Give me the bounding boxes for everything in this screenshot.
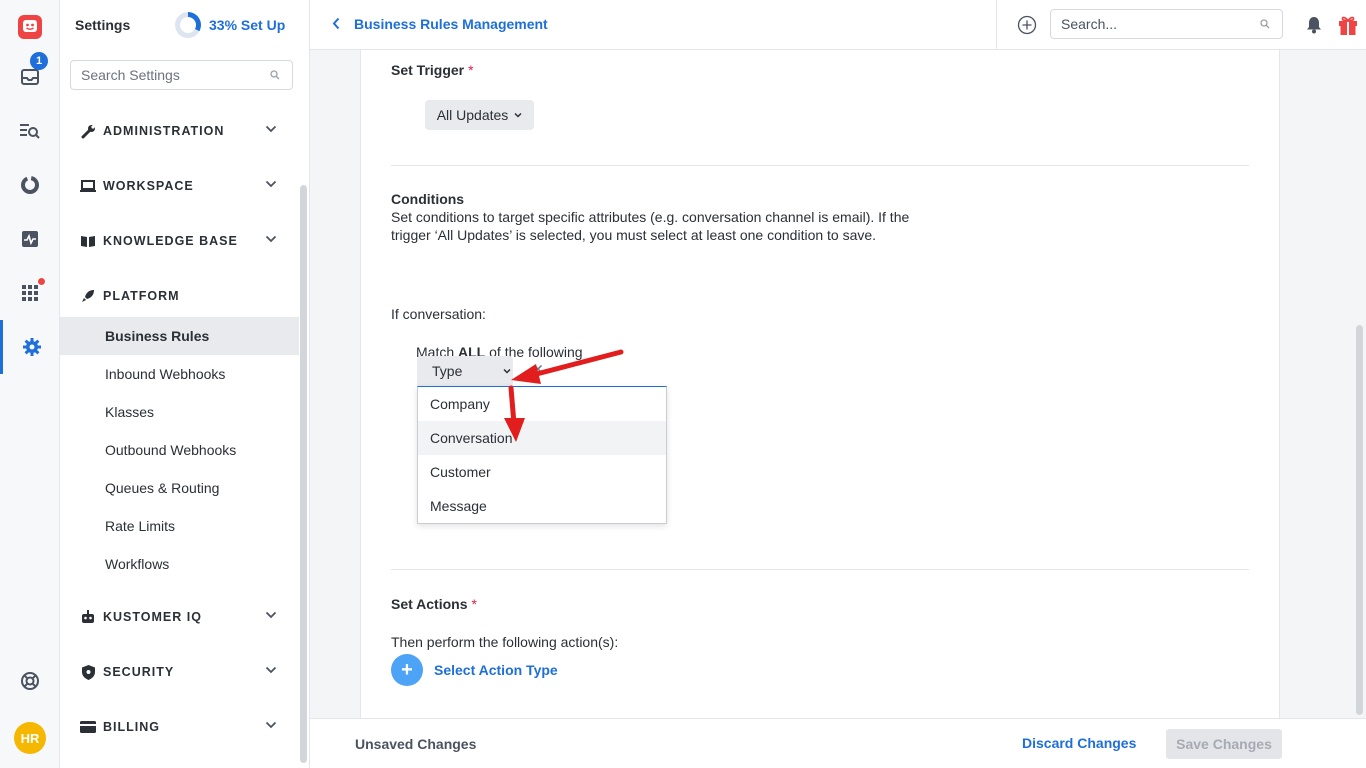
page-title: Business Rules Management xyxy=(354,16,548,32)
chevron-down-icon xyxy=(265,666,277,674)
book-icon xyxy=(80,233,96,249)
global-search xyxy=(1050,9,1283,39)
section-security[interactable]: SECURITY xyxy=(60,657,300,687)
user-avatar[interactable]: HR xyxy=(14,722,46,754)
back-chevron-icon[interactable] xyxy=(332,17,340,30)
dropdown-option-conversation[interactable]: Conversation xyxy=(418,421,666,455)
reports-donut-icon[interactable] xyxy=(0,158,60,212)
section-kustomer-iq[interactable]: KUSTOMER IQ xyxy=(60,602,300,632)
chevron-down-icon xyxy=(265,611,277,619)
close-icon[interactable] xyxy=(533,364,543,374)
save-changes-button[interactable]: Save Changes xyxy=(1166,729,1282,759)
search-icon xyxy=(270,70,280,80)
search-list-icon[interactable] xyxy=(0,104,60,158)
discard-changes-button[interactable]: Discard Changes xyxy=(1022,735,1136,751)
rocket-icon xyxy=(80,288,96,304)
chevron-down-icon xyxy=(503,368,511,374)
global-search-input[interactable] xyxy=(1061,16,1241,32)
set-trigger-heading: Set Trigger * xyxy=(391,62,474,78)
main-content: Set Trigger * All Updates Conditions Set … xyxy=(310,50,1366,718)
section-workspace[interactable]: WORKSPACE xyxy=(60,171,300,201)
setup-progress-label: 33% Set Up xyxy=(209,17,286,33)
divider xyxy=(391,569,1249,570)
chevron-down-icon xyxy=(265,180,277,188)
unsaved-changes-label: Unsaved Changes xyxy=(355,736,477,752)
dropdown-option-company[interactable]: Company xyxy=(418,387,666,421)
setup-progress-ring xyxy=(175,12,201,38)
laptop-icon xyxy=(80,178,96,194)
topbar-divider xyxy=(996,0,997,50)
set-actions-heading: Set Actions * xyxy=(391,596,477,612)
card-icon xyxy=(80,719,96,735)
section-administration[interactable]: ADMINISTRATION xyxy=(60,116,300,146)
sidebar-item-klasses[interactable]: Klasses xyxy=(60,393,299,431)
sidebar-item-queues-routing[interactable]: Queues & Routing xyxy=(60,469,299,507)
condition-type-select[interactable]: Type xyxy=(417,356,513,386)
trigger-value: All Updates xyxy=(436,107,509,123)
rule-editor-card: Set Trigger * All Updates Conditions Set … xyxy=(360,50,1280,718)
apps-grid-icon[interactable] xyxy=(0,266,60,320)
help-lifebuoy-icon[interactable] xyxy=(0,654,60,708)
search-icon xyxy=(1260,19,1270,29)
section-knowledge-base[interactable]: KNOWLEDGE BASE xyxy=(60,226,300,256)
type-label: Type xyxy=(432,363,463,379)
wrench-icon xyxy=(80,123,96,139)
settings-search xyxy=(70,60,293,90)
inbox-badge: 1 xyxy=(30,52,48,70)
add-circle-icon[interactable] xyxy=(1017,15,1037,35)
sidebar-item-workflows[interactable]: Workflows xyxy=(60,545,299,583)
kustomer-logo-icon[interactable] xyxy=(0,0,60,54)
apps-notification-dot xyxy=(37,277,46,286)
settings-gear-icon[interactable] xyxy=(0,320,60,374)
gift-icon[interactable] xyxy=(1337,14,1359,36)
trigger-select[interactable]: All Updates xyxy=(425,100,534,130)
setup-progress[interactable]: 33% Set Up xyxy=(175,12,285,38)
robot-icon xyxy=(80,609,96,625)
app-rail: 1 HR xyxy=(0,0,60,768)
type-dropdown-menu: Company Conversation Customer Message xyxy=(417,386,667,524)
sidebar-scrollbar[interactable] xyxy=(300,185,307,763)
chevron-down-icon xyxy=(265,721,277,729)
chevron-down-icon xyxy=(265,235,277,243)
sidebar-item-rate-limits[interactable]: Rate Limits xyxy=(60,507,299,545)
footer-bar: Unsaved Changes Discard Changes Save Cha… xyxy=(310,718,1366,768)
divider xyxy=(391,165,1249,166)
plus-icon: + xyxy=(391,654,423,686)
shield-icon xyxy=(80,664,96,680)
chevron-down-icon xyxy=(514,112,522,118)
main-scrollbar[interactable] xyxy=(1356,325,1363,715)
select-action-type-button[interactable]: + Select Action Type xyxy=(391,654,558,686)
sidebar-item-business-rules[interactable]: Business Rules xyxy=(60,317,299,355)
then-perform-label: Then perform the following action(s): xyxy=(391,634,619,650)
section-billing[interactable]: BILLING xyxy=(60,712,300,742)
bell-icon[interactable] xyxy=(1306,16,1322,34)
settings-search-input[interactable] xyxy=(81,67,251,83)
select-action-type-label: Select Action Type xyxy=(434,662,558,678)
conditions-description: Set conditions to target specific attrib… xyxy=(391,209,910,243)
chevron-down-icon xyxy=(265,125,277,133)
settings-title: Settings xyxy=(75,17,131,33)
required-mark: * xyxy=(468,62,474,78)
conditions-heading: Conditions xyxy=(391,191,465,207)
activity-chart-icon[interactable] xyxy=(0,212,60,266)
inbox-icon[interactable]: 1 xyxy=(0,50,60,104)
dropdown-option-customer[interactable]: Customer xyxy=(418,455,666,489)
top-bar: Business Rules Management xyxy=(310,0,1366,50)
sidebar-item-inbound-webhooks[interactable]: Inbound Webhooks xyxy=(60,355,299,393)
if-conversation-label: If conversation: xyxy=(391,306,486,322)
section-platform[interactable]: PLATFORM xyxy=(60,281,300,311)
dropdown-option-message[interactable]: Message xyxy=(418,489,666,523)
required-mark: * xyxy=(471,596,477,612)
settings-sidebar: Settings 33% Set Up ADMINISTRATION WORKS… xyxy=(60,0,310,768)
sidebar-item-outbound-webhooks[interactable]: Outbound Webhooks xyxy=(60,431,299,469)
